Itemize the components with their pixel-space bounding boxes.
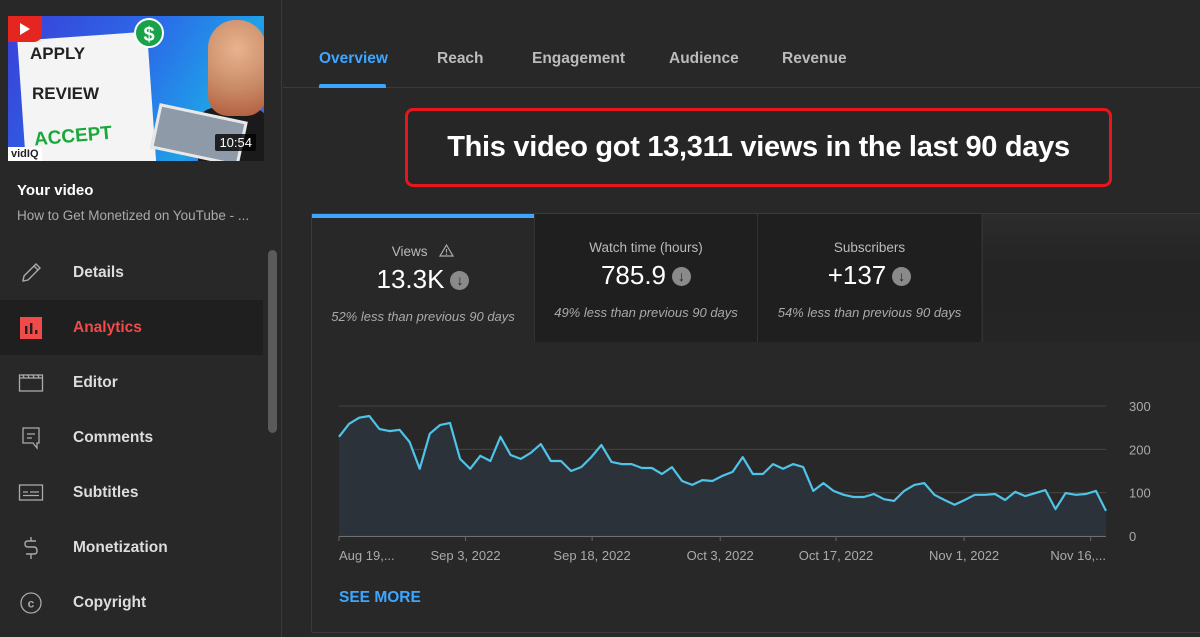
analytics-icon (18, 315, 44, 341)
x-tick-label: Oct 3, 2022 (687, 548, 754, 563)
y-tick-label: 0 (1129, 529, 1136, 544)
vidiq-badge: vidIQ (8, 147, 42, 161)
x-tick-label: Sep 3, 2022 (430, 548, 500, 563)
copyright-icon: c (18, 590, 44, 616)
views-line-chart: Aug 19,... Sep 3, 2022 Sep 18, 2022 Oct 3, … (338, 399, 1151, 563)
x-tick-label: Sep 18, 2022 (553, 548, 630, 563)
sidebar-item-analytics[interactable]: Analytics (0, 300, 263, 355)
sidebar-item-label: Analytics (73, 318, 142, 336)
dollar-icon (18, 535, 44, 561)
sidebar-item-label: Monetization (73, 538, 168, 556)
sidebar-item-label: Comments (73, 428, 154, 446)
svg-text:c: c (28, 596, 35, 610)
y-tick-label: 300 (1129, 399, 1151, 414)
subtitles-icon (18, 480, 44, 506)
pencil-icon (18, 260, 44, 286)
dollar-coin-icon: $ (134, 18, 164, 48)
sidebar-item-editor[interactable]: Editor (0, 355, 263, 410)
clapperboard-icon (18, 370, 44, 396)
sidebar-item-label: Editor (73, 373, 118, 391)
y-tick-label: 200 (1129, 442, 1151, 457)
your-video-label: Your video (17, 182, 94, 199)
y-tick-label: 100 (1129, 486, 1151, 501)
main-content: Overview Reach Engagement Audience Reven… (283, 0, 1200, 637)
thumbnail-word-apply: APPLY (30, 44, 86, 63)
sidebar-item-label: Subtitles (73, 483, 139, 501)
sidebar-item-label: Copyright (73, 593, 147, 611)
x-tick-label: Nov 1, 2022 (929, 548, 999, 563)
youtube-logo-icon (8, 16, 42, 42)
x-tick-label: Aug 19,... (339, 548, 395, 563)
sidebar-item-comments[interactable]: Comments (0, 410, 263, 465)
video-title[interactable]: How to Get Monetized on YouTube - ... (17, 208, 267, 223)
sidebar-item-subtitles[interactable]: Subtitles (0, 465, 263, 520)
comment-icon (18, 425, 44, 451)
video-thumbnail[interactable]: APPLY REVIEW ACCEPT $ vidIQ 10:54 (8, 16, 264, 161)
sidebar-scrollbar[interactable] (268, 250, 277, 433)
sidebar: APPLY REVIEW ACCEPT $ vidIQ 10:54 Your v… (0, 0, 282, 637)
thumbnail-word-review: REVIEW (32, 84, 100, 103)
sidebar-item-copyright[interactable]: c Copyright (0, 575, 263, 630)
thumbnail-person-face (208, 20, 264, 116)
video-duration: 10:54 (215, 134, 256, 151)
sidebar-item-details[interactable]: Details (0, 245, 263, 300)
x-tick-label: Oct 17, 2022 (799, 548, 873, 563)
see-more-link[interactable]: SEE MORE (339, 589, 421, 607)
sidebar-item-label: Details (73, 263, 124, 281)
sidebar-item-monetization[interactable]: Monetization (0, 520, 263, 575)
x-tick-label: Nov 16,... (1050, 548, 1106, 563)
